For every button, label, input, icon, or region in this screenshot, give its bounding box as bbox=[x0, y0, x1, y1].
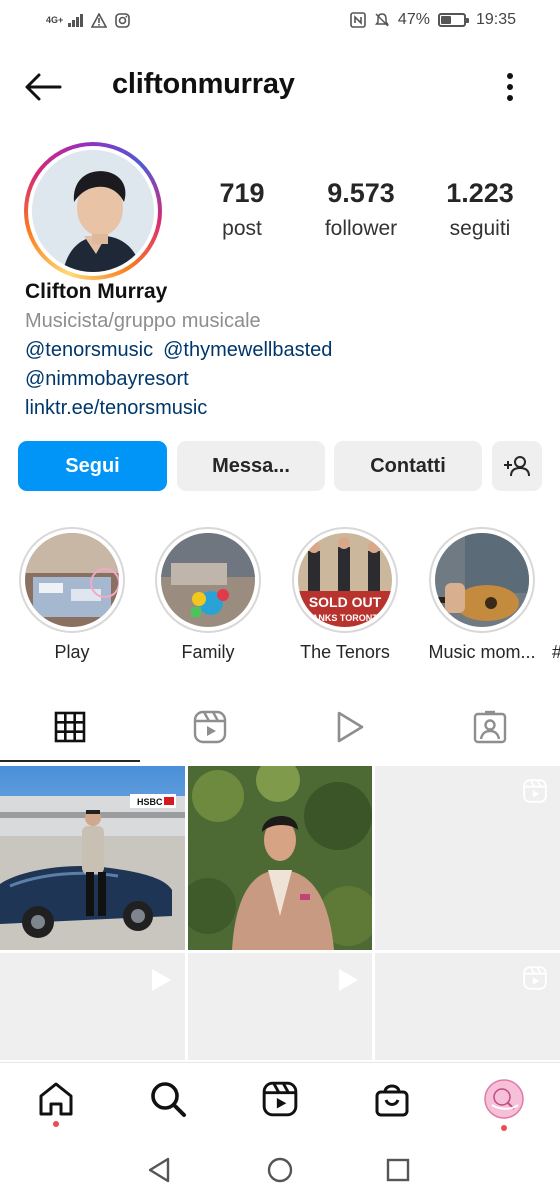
notification-dot bbox=[501, 1125, 507, 1131]
nav-shop[interactable] bbox=[372, 1079, 412, 1119]
shop-icon bbox=[375, 1084, 409, 1117]
highlight-family[interactable]: Family bbox=[153, 527, 263, 663]
tab-grid[interactable] bbox=[0, 692, 140, 762]
reels-icon bbox=[193, 710, 227, 744]
network-type: 4G+ bbox=[46, 14, 64, 25]
warning-icon bbox=[91, 12, 107, 28]
mute-icon bbox=[374, 13, 389, 27]
square-recents-icon bbox=[386, 1158, 410, 1182]
stat-followers[interactable]: 9.573 follower bbox=[301, 178, 421, 241]
highlight-label: The Tenors bbox=[300, 642, 390, 662]
profile-avatar-ring[interactable] bbox=[24, 142, 162, 280]
reels-icon bbox=[523, 779, 547, 803]
post-thumbnail[interactable]: HSBC bbox=[0, 766, 185, 950]
category-label: Musicista/gruppo musicale bbox=[25, 310, 261, 332]
add-person-icon bbox=[504, 456, 530, 477]
system-home-button[interactable] bbox=[264, 1154, 296, 1186]
nav-reels[interactable] bbox=[260, 1079, 300, 1119]
back-button[interactable] bbox=[22, 70, 64, 104]
post-thumbnail-reel[interactable] bbox=[375, 953, 560, 1060]
post-thumbnail-video[interactable] bbox=[188, 953, 372, 1060]
message-button[interactable]: Messa... bbox=[177, 441, 325, 491]
username: cliftonmurray bbox=[112, 68, 295, 100]
post-thumbnail-video[interactable] bbox=[0, 953, 185, 1060]
reels-icon bbox=[262, 1081, 298, 1117]
posts-count: 719 bbox=[219, 178, 265, 208]
active-tab-indicator bbox=[0, 760, 140, 762]
tab-tagged[interactable] bbox=[420, 692, 560, 762]
posts-label: post bbox=[222, 217, 262, 240]
website-link[interactable]: linktr.ee/tenorsmusic bbox=[25, 397, 545, 426]
mention-link[interactable]: @nimmobayresort bbox=[25, 368, 189, 390]
hanks-toronto-text: HANKS TORONTO bbox=[305, 613, 384, 623]
following-label: seguiti bbox=[449, 217, 511, 240]
highlight-play[interactable]: Play bbox=[17, 527, 127, 663]
nav-home[interactable] bbox=[36, 1079, 76, 1119]
profile-header: cliftonmurray bbox=[0, 56, 560, 118]
display-name: Clifton Murray bbox=[25, 280, 168, 303]
play-icon bbox=[337, 711, 364, 743]
highlight-music-moments[interactable]: Music mom... bbox=[427, 527, 537, 663]
nav-search[interactable] bbox=[148, 1079, 188, 1119]
contacts-button[interactable]: Contatti bbox=[334, 441, 482, 491]
system-navigation-bar bbox=[0, 1140, 560, 1200]
suggest-people-button[interactable] bbox=[492, 441, 542, 491]
reels-icon bbox=[523, 966, 547, 990]
followers-count: 9.573 bbox=[327, 178, 395, 208]
more-vertical-icon bbox=[507, 73, 513, 101]
play-icon bbox=[152, 969, 171, 991]
status-bar: 4G+ 47% 19:35 bbox=[0, 0, 560, 40]
more-options-button[interactable] bbox=[498, 70, 522, 104]
highlight-label: Family bbox=[181, 642, 235, 662]
following-count: 1.223 bbox=[446, 178, 514, 208]
grid-icon bbox=[54, 711, 86, 743]
notification-dot bbox=[53, 1121, 59, 1127]
search-icon bbox=[151, 1082, 186, 1117]
mention-link[interactable]: @thymewellbasted bbox=[163, 339, 332, 361]
followers-label: follower bbox=[324, 217, 398, 240]
home-icon bbox=[39, 1082, 73, 1116]
stat-posts[interactable]: 719 post bbox=[182, 178, 302, 241]
play-icon bbox=[339, 969, 358, 991]
clock: 19:35 bbox=[475, 11, 516, 28]
tab-reels[interactable] bbox=[140, 692, 280, 762]
mention-link[interactable]: @tenorsmusic bbox=[25, 339, 153, 361]
follow-button[interactable]: Segui bbox=[18, 441, 167, 491]
tab-videos[interactable] bbox=[280, 692, 420, 762]
battery-icon bbox=[437, 13, 469, 27]
system-recents-button[interactable] bbox=[382, 1154, 414, 1186]
bottom-navigation bbox=[0, 1062, 560, 1140]
sold-out-text: SOLD OUT bbox=[309, 594, 382, 610]
circle-home-icon bbox=[267, 1157, 293, 1183]
highlight-the-tenors[interactable]: SOLD OUT HANKS TORONTO The Tenors bbox=[290, 527, 400, 663]
hsbc-sign: HSBC bbox=[137, 797, 163, 807]
highlight-label: Music mom... bbox=[428, 642, 536, 662]
triangle-back-icon bbox=[148, 1157, 170, 1183]
signal-icon bbox=[68, 13, 83, 27]
stat-following[interactable]: 1.223 seguiti bbox=[420, 178, 540, 241]
instagram-icon bbox=[115, 12, 130, 28]
back-arrow-icon bbox=[25, 73, 62, 101]
post-thumbnail[interactable] bbox=[188, 766, 372, 950]
battery-percent: 47% bbox=[397, 11, 430, 28]
profile-avatar bbox=[32, 150, 154, 272]
highlight-label: Play bbox=[54, 642, 90, 662]
profile-avatar bbox=[484, 1079, 524, 1119]
tagged-icon bbox=[473, 710, 507, 744]
nfc-icon bbox=[350, 12, 366, 28]
post-thumbnail-reel[interactable] bbox=[375, 766, 560, 950]
nav-profile[interactable] bbox=[484, 1079, 524, 1119]
profile-bio: Clifton Murray Musicista/gruppo musicale… bbox=[25, 280, 545, 426]
system-back-button[interactable] bbox=[144, 1154, 176, 1186]
highlight-partial-label: # bbox=[552, 642, 560, 663]
